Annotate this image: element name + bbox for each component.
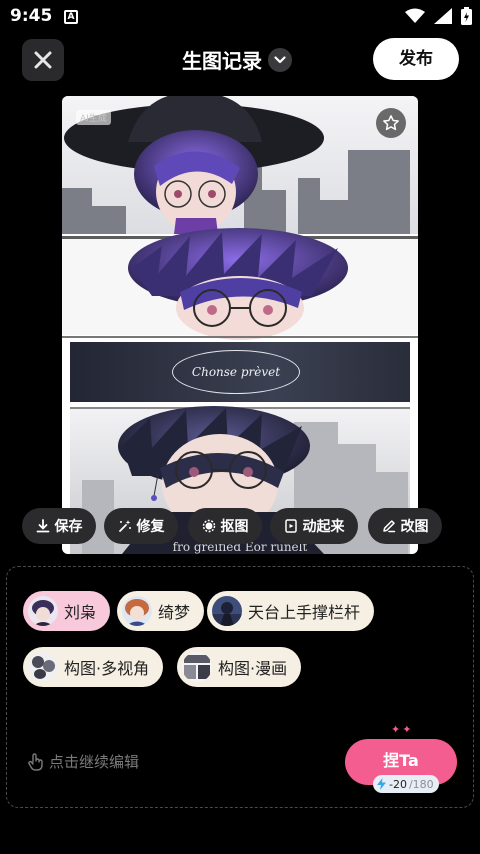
chevron-down-icon [268,47,292,72]
cutout-button[interactable]: 抠图 [188,508,262,544]
scene-thumbnail [212,596,242,626]
top-bar: 生图记录 发布 [0,36,480,82]
animate-button[interactable]: 动起来 [270,508,358,544]
tag-label: 构图·多视角 [64,659,150,678]
tag-character-qimeng[interactable]: 绮梦 [117,591,205,631]
edit-pen-icon [382,520,395,533]
prompt-editor[interactable]: 刘枭 绮梦 天台上手撑栏杆 构图·多视角 构图·漫画 点击继续编辑 ✦✦ 捏Ta… [6,566,474,808]
continue-edit-label: 点击继续编辑 [49,753,140,771]
image-actions: 保存 修复 抠图 动起来 改图 [22,508,480,544]
credit-badge: -20 /180 [373,775,439,793]
credit-total: /180 [408,777,434,791]
comic-illustration [62,96,418,554]
page-title: 生图记录 [182,49,262,73]
tag-label: 天台上手撑栏杆 [248,603,361,622]
edit-image-button[interactable]: 改图 [368,508,442,544]
close-icon [34,51,52,69]
publish-button[interactable]: 发布 [373,38,459,80]
tag-character-liuxiao[interactable]: 刘枭 [23,591,111,631]
credit-cost: -20 [389,777,407,791]
continue-edit-hint[interactable]: 点击继续编辑 [27,751,139,772]
star-icon [383,115,399,131]
tag-composition-comic[interactable]: 构图·漫画 [177,647,302,687]
download-icon [36,519,49,533]
comic-banner: Chonse prèvet [70,342,410,402]
tag-scene-rooftop[interactable]: 天台上手撑栏杆 [207,591,375,631]
status-icons [405,7,472,25]
energy-icon [377,778,386,790]
composition-thumbnail [28,652,58,682]
animate-label: 动起来 [302,519,345,535]
close-button[interactable] [22,39,64,81]
generated-image[interactable]: Chonse prèvet AI生成 fro greified Eor rune… [62,96,418,554]
edit-image-label: 改图 [400,519,429,535]
sparkle-wand-icon [118,520,131,532]
banner-text: Chonse prèvet [191,365,281,379]
tag-label: 构图·漫画 [218,659,288,678]
sparkle-icon: ✦✦ [391,723,414,736]
favorite-button[interactable] [376,108,406,138]
notification-icon: A [64,10,78,24]
tap-hand-icon [28,752,43,771]
wifi-icon [405,8,425,23]
cutout-label: 抠图 [220,519,249,535]
speech-bubble: Chonse prèvet [172,350,300,394]
status-bar: 9:45 A [0,0,480,34]
composition-thumbnail [182,652,212,682]
cutout-icon [202,519,215,533]
tag-label: 绮梦 [158,603,191,622]
repair-button[interactable]: 修复 [104,508,178,544]
status-time: 9:45 [10,6,53,26]
battery-icon [461,7,472,25]
character-avatar [122,596,152,626]
save-button[interactable]: 保存 [22,508,96,544]
animate-icon [284,519,297,533]
title-dropdown[interactable]: 生图记录 [182,45,292,74]
tag-composition-multiview[interactable]: 构图·多视角 [23,647,164,687]
watermark: AI生成 [76,110,111,125]
signal-icon [434,8,452,24]
save-label: 保存 [54,519,83,535]
character-avatar [28,596,58,626]
repair-label: 修复 [136,519,165,535]
tag-label: 刘枭 [64,603,97,622]
